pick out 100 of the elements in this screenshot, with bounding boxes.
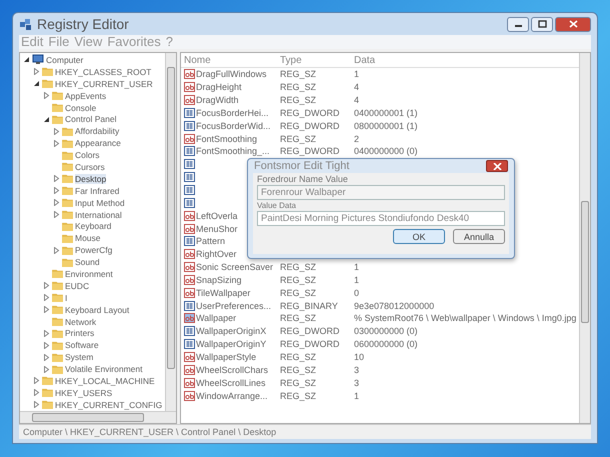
value-name[interactable]: MenuShor xyxy=(196,224,238,234)
scrollbar[interactable] xyxy=(579,53,590,423)
tree-item[interactable]: AppEvents xyxy=(65,90,106,101)
folder-icon xyxy=(42,400,53,410)
value-type: REG_BINARY xyxy=(280,300,339,311)
folder-icon xyxy=(52,91,63,100)
dialog-title: Fontsmor Edit Tight xyxy=(254,160,350,172)
folder-icon xyxy=(52,317,63,326)
field-label: Foredrour Name Value xyxy=(257,174,349,184)
tree-item[interactable]: Console xyxy=(65,102,96,112)
tree-item[interactable]: Input Method xyxy=(75,198,125,208)
value-name[interactable]: RightOver xyxy=(196,249,237,260)
close-icon xyxy=(492,162,502,170)
value-name[interactable]: WindowArrange... xyxy=(196,390,268,401)
tree-item[interactable]: I xyxy=(65,292,68,303)
maximize-button[interactable] xyxy=(531,16,553,32)
value-data: 1 xyxy=(354,69,360,80)
close-button[interactable] xyxy=(486,160,508,172)
tree-item[interactable]: Sound xyxy=(75,257,100,268)
tree-item[interactable]: EUDC xyxy=(65,280,90,291)
column-header[interactable]: Type xyxy=(280,54,354,66)
tree-item[interactable]: System xyxy=(65,352,94,362)
value-name[interactable]: DragHeight xyxy=(196,82,242,92)
value-name[interactable]: FocusBorderHei... xyxy=(196,108,269,118)
scrollbar-thumb[interactable] xyxy=(581,201,589,323)
minimize-button[interactable] xyxy=(507,16,529,32)
tree-item[interactable]: Printers xyxy=(65,328,94,338)
tree-item[interactable]: Appearance xyxy=(75,138,121,148)
folder-icon xyxy=(52,269,63,278)
value-name[interactable]: WheelScrollChars xyxy=(196,364,268,375)
tree-item[interactable]: Volatile Environment xyxy=(65,364,142,374)
value-type: REG_DWORD xyxy=(280,146,341,156)
tree-item[interactable]: HKEY_CURRENT_USER xyxy=(55,78,153,89)
folder-icon xyxy=(62,150,73,160)
close-button[interactable] xyxy=(555,16,591,32)
dialog-button[interactable]: Annulla xyxy=(453,229,505,244)
tree-item[interactable]: Far Infrared xyxy=(75,186,120,196)
value-name[interactable]: TileWallpaper xyxy=(196,288,250,298)
column-header[interactable]: Data xyxy=(354,54,376,66)
folder-icon xyxy=(52,364,63,374)
tree-item[interactable]: Keyboard Layout xyxy=(65,304,130,315)
tree-item[interactable]: HKEY_CURRENT_CONFIG xyxy=(55,400,162,410)
tree-item[interactable]: Computer xyxy=(46,54,84,65)
value-name[interactable]: DragFullWindows xyxy=(196,69,267,80)
value-name[interactable]: WallpaperStyle xyxy=(196,352,256,362)
tree-item[interactable]: Environment xyxy=(65,268,113,279)
value-type: REG_SZ xyxy=(280,288,318,298)
value-name[interactable]: FocusBorderWid... xyxy=(196,120,271,131)
scrollbar[interactable] xyxy=(165,53,176,411)
tree-item[interactable]: Mouse xyxy=(75,233,101,244)
tree-item[interactable]: Desktop xyxy=(75,174,106,184)
value-type: REG_SZ xyxy=(280,378,318,388)
value-name[interactable]: Pattern xyxy=(196,236,226,246)
value-name[interactable]: Wallpaper xyxy=(196,313,236,324)
folder-icon xyxy=(52,281,63,290)
folder-icon xyxy=(42,67,53,76)
value-name[interactable]: WheelScrollLines xyxy=(196,378,266,388)
tree-item[interactable]: Colors xyxy=(75,150,100,160)
folder-icon xyxy=(62,234,73,243)
expander-icon[interactable] xyxy=(43,116,50,123)
value-name[interactable]: Sonic ScreenSaver xyxy=(196,262,274,272)
value-name[interactable]: WallpaperOriginY xyxy=(196,339,266,350)
field-label: Value Data xyxy=(257,201,297,210)
folder-icon xyxy=(62,222,73,231)
value-name[interactable]: LeftOverla xyxy=(196,210,238,221)
value-data: 4 xyxy=(354,82,360,92)
value-type: REG_SZ xyxy=(280,95,318,106)
value-data: 0400000001 (1) xyxy=(354,108,418,118)
folder-icon xyxy=(42,388,53,398)
value-name[interactable]: DragWidth xyxy=(196,95,239,106)
tree-item[interactable]: Cursors xyxy=(75,162,105,172)
tree-item[interactable]: HKEY_USERS xyxy=(55,388,112,398)
value-type: REG_SZ xyxy=(280,82,318,92)
value-data-field[interactable]: PaintDesi Morning Pictures Stondiufondo Desk40 xyxy=(257,211,505,226)
tree-item[interactable]: Network xyxy=(65,316,96,327)
expander-icon[interactable] xyxy=(33,80,40,88)
value-data: 4 xyxy=(354,95,360,106)
scrollbar-thumb[interactable] xyxy=(32,413,144,422)
value-data: % SystemRoot76 \ Web\wallpaper \ Windows \ Img0.jpg xyxy=(354,313,576,324)
column-header[interactable]: Nome xyxy=(181,54,280,66)
dialog-button[interactable]: OK xyxy=(393,229,445,244)
tree-item[interactable]: International xyxy=(75,210,122,220)
value-name-field[interactable]: Forenrour Walbaper xyxy=(257,185,505,200)
value-name[interactable]: UserPreferences... xyxy=(196,300,272,311)
value-name[interactable]: SnapSizing xyxy=(196,274,242,285)
horizontal-scrollbar[interactable] xyxy=(20,411,176,423)
tree-item[interactable]: Affordability xyxy=(75,126,120,136)
tree-item[interactable]: HKEY_CLASSES_ROOT xyxy=(55,66,152,77)
folder-icon xyxy=(62,258,73,267)
tree-item[interactable]: Software xyxy=(65,340,99,350)
folder-icon xyxy=(62,210,73,220)
tree-item[interactable]: PowerCfg xyxy=(75,245,112,256)
tree-item[interactable]: Control Panel xyxy=(65,114,117,124)
value-name[interactable]: FontSmoothing_... xyxy=(196,146,270,156)
tree-item[interactable]: HKEY_LOCAL_MACHINE xyxy=(55,376,155,386)
value-name[interactable]: WallpaperOriginX xyxy=(196,326,266,336)
value-name[interactable]: FontSmoothing xyxy=(196,134,258,144)
expander-icon[interactable] xyxy=(23,56,30,64)
scrollbar-thumb[interactable] xyxy=(167,67,175,369)
tree-item[interactable]: Keyboard xyxy=(75,221,112,232)
